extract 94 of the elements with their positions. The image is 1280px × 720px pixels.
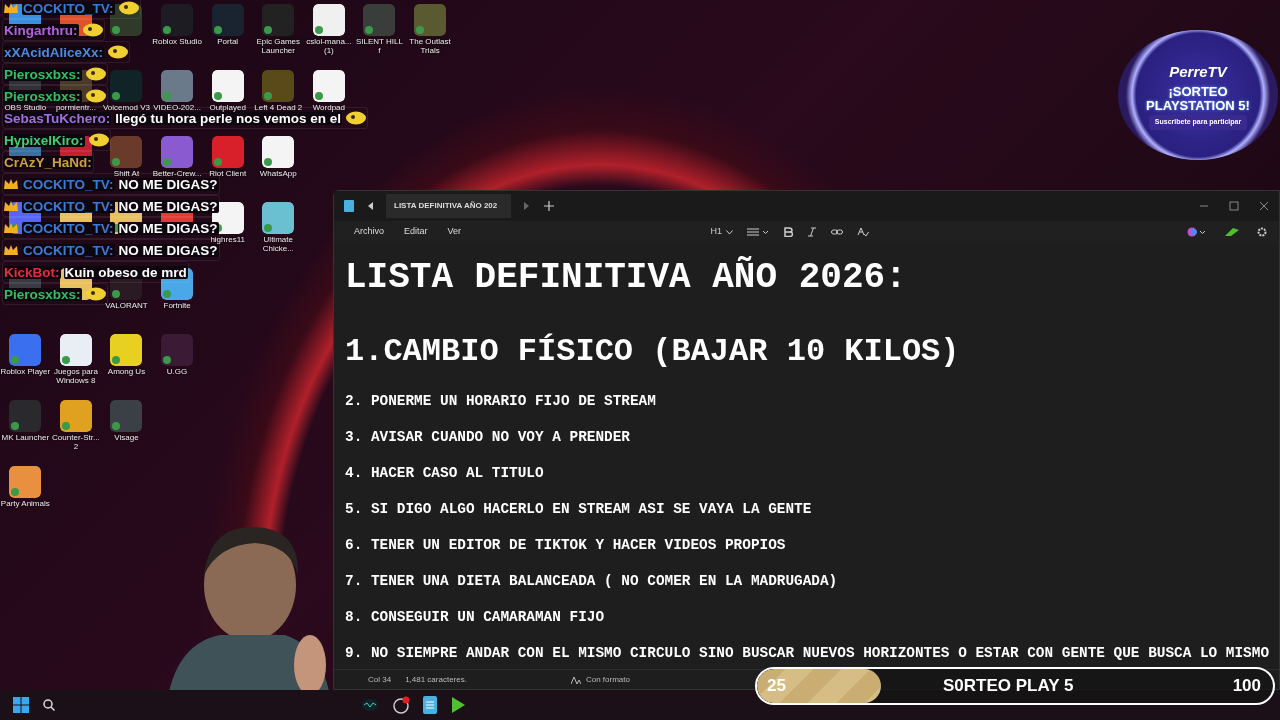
- app-icon[interactable]: [361, 698, 379, 712]
- icon-label[interactable]: Portal: [202, 37, 253, 46]
- notepad-icon: [344, 200, 354, 212]
- icon-label[interactable]: Shift At: [101, 169, 152, 178]
- heading-text: LISTA DEFINITIVA AÑO 2026:: [345, 255, 908, 300]
- chat-message: NO ME DIGAS?: [117, 177, 219, 191]
- search-icon[interactable]: [43, 699, 55, 711]
- back-arrow-icon[interactable]: [366, 201, 374, 211]
- app-icon[interactable]: [312, 4, 345, 36]
- document-tab[interactable]: LISTA DEFINITIVA AÑO 202: [386, 194, 512, 218]
- giveaway-title: ¡SORTEO PLAYSTATION 5!: [1145, 85, 1251, 113]
- icon-label[interactable]: Voicemod V3: [101, 103, 152, 112]
- chat-username: COCKITO_TV:: [22, 177, 115, 191]
- play-icon[interactable]: [450, 696, 466, 714]
- settings-icon[interactable]: [1257, 227, 1267, 237]
- chat-username: xXAcidAliceXx:: [3, 45, 105, 59]
- chat-username: COCKITO_TV:: [22, 243, 115, 257]
- list-item-text: 9. NO SIEMPRE ANDAR CON EL MISMO CIRCULO SINO BUSCAR NUEVOS HORIZONTES O ESTAR CON GENTE QUE BUSCA LO MISMO: [345, 644, 1268, 663]
- icon-label[interactable]: Riot Client: [202, 169, 253, 178]
- list-item-text: 4. HACER CASO AL TITULO: [345, 464, 545, 483]
- icon-label[interactable]: Epic Games Launcher: [253, 37, 304, 55]
- chat-username: Pierosxbxs:: [3, 287, 82, 301]
- link-icon[interactable]: [831, 227, 843, 237]
- chat-message: llegó tu hora perle nos vemos en el: [114, 111, 343, 125]
- icon-label[interactable]: U.GG: [152, 367, 203, 376]
- heading-dropdown[interactable]: H1: [710, 225, 733, 239]
- icon-label[interactable]: Among Us: [101, 367, 152, 376]
- caret-icon: [726, 229, 733, 235]
- chat-message: NO ME DIGAS?: [117, 199, 219, 213]
- brand-text: PerreTV: [1169, 61, 1227, 82]
- icon-label[interactable]: Party Animals: [0, 499, 51, 508]
- spellcheck-icon[interactable]: [857, 227, 869, 237]
- chat-message: Kuin obeso de mrd: [63, 265, 188, 279]
- app-icon[interactable]: [59, 400, 92, 432]
- goal-current-count: 25: [767, 675, 786, 698]
- app-icon[interactable]: [392, 696, 410, 714]
- app-icon[interactable]: [110, 334, 143, 366]
- chat-username: Pierosxbxs:: [3, 67, 82, 81]
- icon-label[interactable]: MK Launcher: [0, 433, 51, 442]
- list-item-text: 6. TENER UN EDITOR DE TIKTOK Y HACER VIDEOS PROPIOS: [345, 536, 787, 555]
- cursor-position: Col 34: [368, 673, 392, 686]
- list-item-text: 5. SI DIGO ALGO HACERLO EN STREAM ASI SE VAYA LA GENTE: [345, 500, 813, 519]
- icon-label[interactable]: VIDEO-202...: [152, 103, 203, 112]
- icon-label[interactable]: Roblox Studio: [152, 37, 203, 46]
- list-item-text: 7. TENER UNA DIETA BALANCEADA ( NO COMER EN LA MADRUGADA): [345, 572, 839, 591]
- goal-target-count: 100: [1232, 675, 1261, 698]
- list-icon[interactable]: [747, 227, 769, 237]
- icon-label[interactable]: WhatsApp: [253, 169, 304, 178]
- chat-message: NO ME DIGAS?: [117, 243, 219, 257]
- app-icon[interactable]: [211, 70, 244, 102]
- icon-label[interactable]: highres11: [202, 235, 253, 244]
- list-item-text: 8. CONSEGUIR UN CAMARAMAN FIJO: [345, 608, 606, 627]
- app-icon[interactable]: [262, 202, 295, 234]
- app-icon[interactable]: [312, 70, 345, 102]
- windows-start-icon[interactable]: [13, 697, 29, 713]
- goal-title: S0RTEO PLAY 5: [943, 675, 1074, 698]
- format-icon: [570, 675, 581, 684]
- icon-label[interactable]: The Outlast Trials: [405, 37, 456, 55]
- icon-label[interactable]: Visage: [101, 433, 152, 442]
- list-item-text: 2. PONERME UN HORARIO FIJO DE STREAM: [345, 392, 657, 411]
- icon-label[interactable]: Ultimate Chicke...: [253, 235, 304, 253]
- character-count: 1,481 caracteres.: [405, 673, 467, 686]
- list-item-text: 3. AVISAR CUANDO NO VOY A PRENDER: [345, 428, 631, 447]
- icon-label[interactable]: Better-Crew...: [152, 169, 203, 178]
- chat-username: COCKITO_TV:: [22, 199, 115, 213]
- chat-username: COCKITO_TV:: [22, 1, 115, 15]
- format-status[interactable]: Con formato: [585, 673, 630, 686]
- app-icon[interactable]: [59, 334, 92, 366]
- icon-label[interactable]: Left 4 Dead 2: [253, 103, 304, 112]
- icon-label[interactable]: SILENT HILL f: [354, 37, 405, 55]
- heading-text: 1.CAMBIO FÍSICO (BAJAR 10 KILOS): [345, 332, 961, 372]
- plugin-icon[interactable]: [1225, 227, 1239, 237]
- chat-username: COCKITO_TV:: [22, 221, 115, 235]
- chat-username: Pierosxbxs:: [3, 89, 82, 103]
- chat-username: SebasTuKchero:: [3, 111, 112, 125]
- chat-username: Kingarthru:: [3, 23, 79, 37]
- icon-label[interactable]: Fortnite: [152, 301, 203, 310]
- chat-username: HypixelKiro:: [3, 133, 85, 147]
- icon-label[interactable]: Juegos para Windows 8: [50, 367, 101, 385]
- chat-username: KickBot:: [3, 265, 61, 279]
- new-tab-icon[interactable]: [543, 200, 556, 212]
- close-icon[interactable]: [1259, 201, 1269, 211]
- icon-label[interactable]: Roblox Player: [0, 367, 51, 376]
- menu-item[interactable]: Archivo: [344, 225, 394, 239]
- menu-item[interactable]: Editar: [394, 225, 438, 239]
- menu-item[interactable]: Ver: [437, 225, 472, 239]
- app-icon[interactable]: [262, 136, 295, 168]
- icon-label[interactable]: cslol-mana... (1): [303, 37, 354, 55]
- icon-label[interactable]: VALORANT: [101, 301, 152, 310]
- icon-label[interactable]: Counter-Str... 2: [50, 433, 101, 451]
- bold-icon[interactable]: [783, 227, 793, 237]
- maximize-icon[interactable]: [1229, 201, 1239, 211]
- app-icon[interactable]: [9, 466, 42, 498]
- italic-icon[interactable]: [807, 227, 817, 237]
